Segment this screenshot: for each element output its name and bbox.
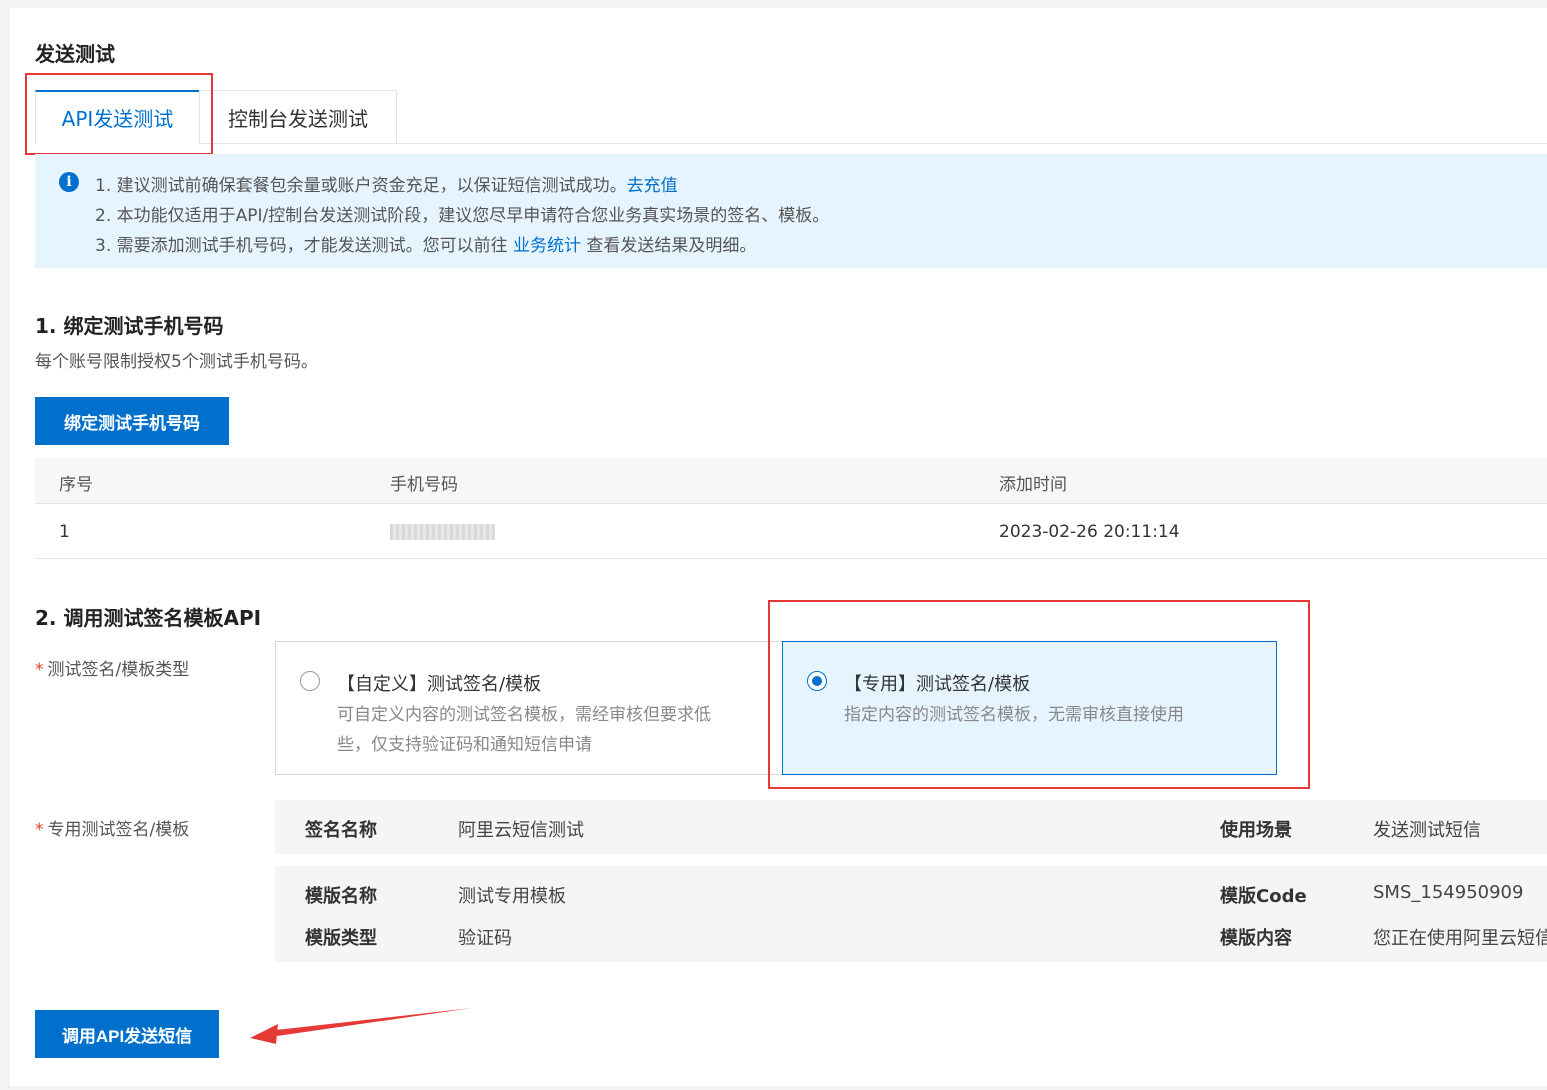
detail-label: * 专用测试签名/模板 — [35, 820, 190, 840]
cell-added-time: 2023-02-26 20:11:14 — [999, 522, 1180, 542]
type-label-text: 测试签名/模板类型 — [47, 660, 190, 680]
notice-line-3-text-a: 3. 需要添加测试手机号码，才能发送测试。您可以前往 — [95, 236, 514, 256]
scene-key: 使用场景 — [1220, 820, 1292, 841]
template-code-key: 模版Code — [1220, 886, 1307, 907]
sign-name-key: 签名名称 — [305, 820, 377, 841]
section-call-api-title: 2. 调用测试签名模板API — [35, 606, 262, 630]
template-code-value: SMS_154950909 — [1373, 882, 1524, 903]
notice-line-1: 1. 建议测试前确保套餐包余量或账户资金充足，以保证短信测试成功。去充值 — [95, 171, 678, 196]
call-api-send-sms-button[interactable]: 调用API发送短信 — [35, 1010, 219, 1058]
option-custom-radio[interactable] — [300, 671, 320, 691]
scene-value: 发送测试短信 — [1373, 820, 1481, 841]
template-content-value: 您正在使用阿里云短信测试服务 — [1373, 928, 1547, 949]
template-type-value: 验证码 — [458, 928, 512, 949]
th-phone: 手机号码 — [390, 475, 458, 495]
option-custom-desc-2: 些，仅支持验证码和通知短信申请 — [337, 735, 592, 755]
section-bind-phone-title: 1. 绑定测试手机号码 — [35, 314, 224, 338]
sign-name-value: 阿里云短信测试 — [458, 820, 584, 841]
cell-phone-masked — [390, 524, 495, 540]
annotation-arrow — [250, 1008, 472, 1044]
template-content-key: 模版内容 — [1220, 928, 1292, 949]
info-icon: i — [59, 172, 79, 192]
type-label: * 测试签名/模板类型 — [35, 660, 190, 680]
notice-line-3: 3. 需要添加测试手机号码，才能发送测试。您可以前往 业务统计 查看发送结果及明… — [95, 231, 756, 256]
bind-test-phone-button[interactable]: 绑定测试手机号码 — [35, 397, 229, 445]
page-title: 发送测试 — [35, 42, 115, 66]
business-stats-link[interactable]: 业务统计 — [513, 236, 581, 256]
th-added-time: 添加时间 — [999, 475, 1067, 495]
template-name-value: 测试专用模板 — [458, 886, 566, 907]
th-index: 序号 — [59, 475, 93, 495]
cell-index: 1 — [59, 522, 70, 542]
table-row-divider — [35, 558, 1547, 559]
option-custom-desc-1: 可自定义内容的测试签名模板，需经审核但要求低 — [337, 705, 711, 725]
notice-line-2: 2. 本功能仅适用于API/控制台发送测试阶段，建议您尽早申请符合您业务真实场景… — [95, 206, 830, 226]
phone-table-header — [35, 458, 1547, 504]
template-name-key: 模版名称 — [305, 886, 377, 907]
recharge-link[interactable]: 去充值 — [627, 176, 678, 196]
notice-line-3-text-b: 查看发送结果及明细。 — [581, 236, 757, 256]
template-type-key: 模版类型 — [305, 928, 377, 949]
tab-console-send-test[interactable]: 控制台发送测试 — [199, 90, 397, 144]
notice-line-1-text: 1. 建议测试前确保套餐包余量或账户资金充足，以保证短信测试成功。 — [95, 176, 627, 196]
annotation-box-tab — [25, 73, 213, 155]
option-custom-title: 【自定义】测试签名/模板 — [337, 674, 542, 695]
annotation-box-option — [768, 600, 1310, 789]
section-bind-phone-desc: 每个账号限制授权5个测试手机号码。 — [35, 352, 318, 372]
detail-label-text: 专用测试签名/模板 — [47, 820, 190, 840]
